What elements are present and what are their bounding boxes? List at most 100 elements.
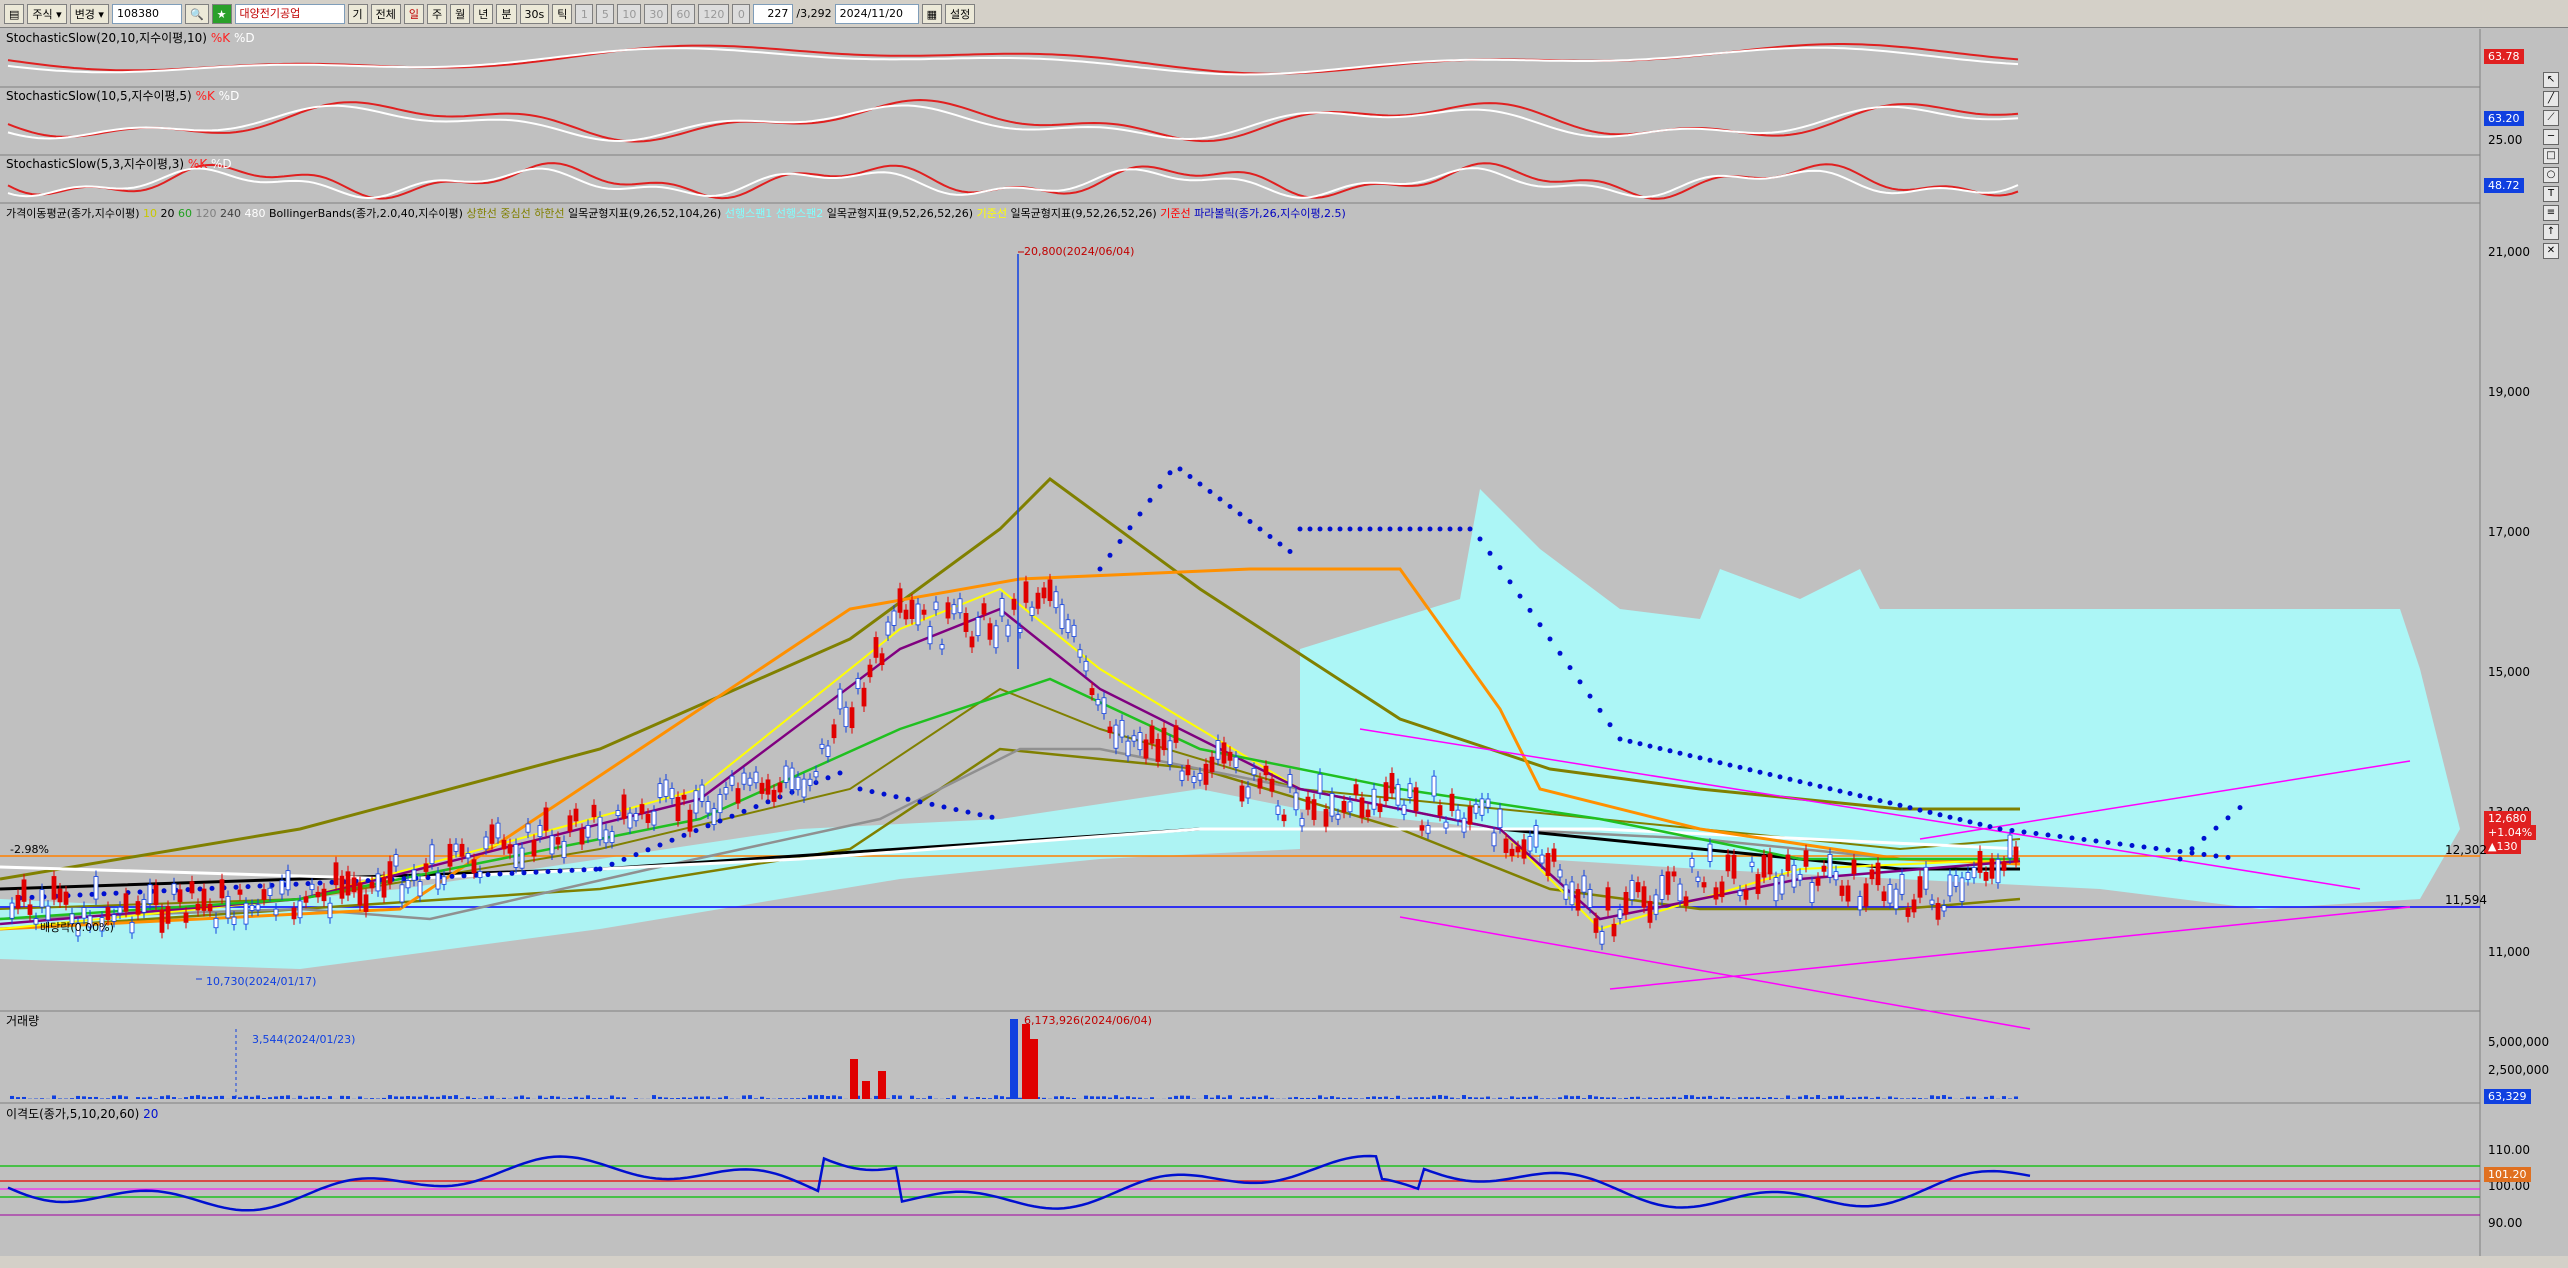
volume-bar <box>610 1095 614 1099</box>
volume-bar <box>1222 1097 1226 1099</box>
parabolic-dot <box>2237 805 2243 811</box>
search-icon[interactable]: 🔍 <box>184 3 209 24</box>
candle-body <box>165 906 171 924</box>
volume-bar <box>1654 1097 1658 1099</box>
candle-body <box>1467 806 1473 825</box>
market-select[interactable]: 주식 ▾ <box>27 3 67 24</box>
volume-bar <box>820 1095 824 1099</box>
period-btn-0[interactable]: 기 <box>347 3 368 24</box>
candle-body <box>621 794 627 819</box>
minute-btn-2[interactable]: 10 <box>617 3 642 24</box>
volume-bar <box>1714 1097 1718 1099</box>
parabolic-dot <box>1637 741 1643 747</box>
volume-bar <box>1612 1097 1616 1099</box>
volume-bar <box>1708 1095 1712 1099</box>
stoch1-label: StochasticSlow(20,10,지수이평,10) %K %D <box>6 29 255 46</box>
rect-tool-icon[interactable]: □ <box>2543 148 2559 164</box>
candle-body <box>1659 875 1665 900</box>
price-axis-tick: 19,000 <box>2488 385 2530 399</box>
parabolic-dot <box>929 801 935 807</box>
parabolic-dot <box>1927 809 1933 815</box>
stoch2-value-tag: 63.20 <box>2484 111 2524 126</box>
volume-bar <box>1600 1097 1604 1099</box>
minute-btn-3[interactable]: 30 <box>644 3 669 24</box>
minute-btn-1[interactable]: 5 <box>596 3 615 24</box>
candle-body <box>1641 886 1647 908</box>
stoch3-label: StochasticSlow(5,3,지수이평,3) %K %D <box>6 155 232 172</box>
parabolic-dot <box>485 872 491 878</box>
volume-bar <box>1264 1095 1268 1099</box>
volume-bar <box>1294 1096 1298 1099</box>
minute-btn-6[interactable]: 0 <box>732 3 751 24</box>
parabolic-dot <box>669 837 675 843</box>
date-input[interactable]: 2024/11/20 <box>834 3 919 24</box>
stoch1-value-tag: 63.78 <box>2484 49 2524 64</box>
parabolic-dot <box>1957 817 1963 822</box>
count-input[interactable]: 227 <box>753 3 794 24</box>
volume-spike <box>1010 1019 1018 1099</box>
candle-body <box>1443 821 1449 829</box>
volume-bar <box>1408 1097 1412 1099</box>
parabolic-dot <box>1897 802 1903 808</box>
circle-tool-icon[interactable]: ○ <box>2543 167 2559 183</box>
candle-body <box>1689 858 1695 868</box>
parabolic-dot <box>497 871 503 877</box>
minute-btn-0[interactable]: 1 <box>575 3 594 24</box>
volume-bar <box>1498 1097 1502 1099</box>
stoch1-d: %D <box>233 31 255 45</box>
parabolic-dot <box>2117 841 2123 847</box>
period-btn-7[interactable]: 30s <box>519 3 550 24</box>
cursor-icon[interactable]: ↖ <box>2543 72 2559 88</box>
volume-bar <box>1936 1096 1940 1099</box>
mode-select[interactable]: 변경 ▾ <box>69 3 109 24</box>
line-tool-icon[interactable]: ╱ <box>2543 91 2559 107</box>
volume-bar <box>1426 1097 1430 1099</box>
trend-tool-icon[interactable]: ⟋ <box>2543 110 2559 126</box>
volume-bar <box>1132 1097 1136 1099</box>
stock-name-field[interactable]: 대양전기공업 <box>234 3 345 24</box>
period-btn-6[interactable]: 분 <box>496 3 517 24</box>
parabolic-dot <box>609 861 615 867</box>
parabolic-dot <box>1567 665 1573 671</box>
period-btn-5[interactable]: 년 <box>473 3 494 24</box>
period-btn-3[interactable]: 주 <box>427 3 448 24</box>
volume-bar <box>1726 1097 1730 1099</box>
chart-toolbar: ▤ 주식 ▾ 변경 ▾ 108380 🔍 ★ 대양전기공업 기 전체 일 주 월… <box>0 0 2568 28</box>
period-btn-1[interactable]: 전체 <box>370 3 401 24</box>
stock-code-input[interactable]: 108380 <box>111 3 182 24</box>
volume-bar <box>124 1096 128 1099</box>
candle-body <box>1857 896 1863 911</box>
candle-body <box>1101 697 1107 714</box>
delete-tool-icon[interactable]: ✕ <box>2543 243 2559 259</box>
drawing-tools: ↖ ╱ ⟋ ─ □ ○ T ≡ ↑ ✕ <box>2540 69 2562 262</box>
parabolic-dot <box>633 852 639 858</box>
candle-body <box>1329 793 1335 817</box>
chart-area[interactable]: StochasticSlow(20,10,지수이평,10) %K %D Stoc… <box>0 29 2568 1268</box>
text-tool-icon[interactable]: T <box>2543 186 2559 202</box>
period-btn-4[interactable]: 월 <box>450 3 471 24</box>
parabolic-dot <box>1737 764 1743 770</box>
period-btn-2[interactable]: 일 <box>403 3 425 24</box>
arrow-tool-icon[interactable]: ↑ <box>2543 224 2559 240</box>
candle-body <box>159 909 165 933</box>
calendar-icon[interactable]: ▦ <box>921 3 943 24</box>
volume-bar <box>148 1096 152 1099</box>
legend-item: 일목균형지표(9,52,26,52,26) <box>826 207 977 220</box>
hline-tool-icon[interactable]: ─ <box>2543 129 2559 145</box>
minute-btn-5[interactable]: 120 <box>698 3 730 24</box>
volume-bar <box>994 1095 998 1099</box>
candle-body <box>1563 884 1569 900</box>
favorite-icon[interactable]: ★ <box>211 3 232 24</box>
period-btn-8[interactable]: 틱 <box>552 3 573 24</box>
candle-body <box>1965 872 1971 880</box>
candle-body <box>21 879 27 902</box>
parabolic-dot <box>1787 776 1793 782</box>
minute-btn-4[interactable]: 60 <box>671 3 696 24</box>
fib-tool-icon[interactable]: ≡ <box>2543 205 2559 221</box>
volume-bar <box>826 1096 830 1099</box>
menu-icon[interactable]: ▤ <box>4 3 25 24</box>
parabolic-dot <box>1327 526 1333 532</box>
volume-label: 거래량 <box>6 1014 40 1028</box>
settings-button[interactable]: 설정 <box>945 3 976 24</box>
legend-item: 파라볼릭(종가,26,지수이평,2.5) <box>1194 207 1346 220</box>
